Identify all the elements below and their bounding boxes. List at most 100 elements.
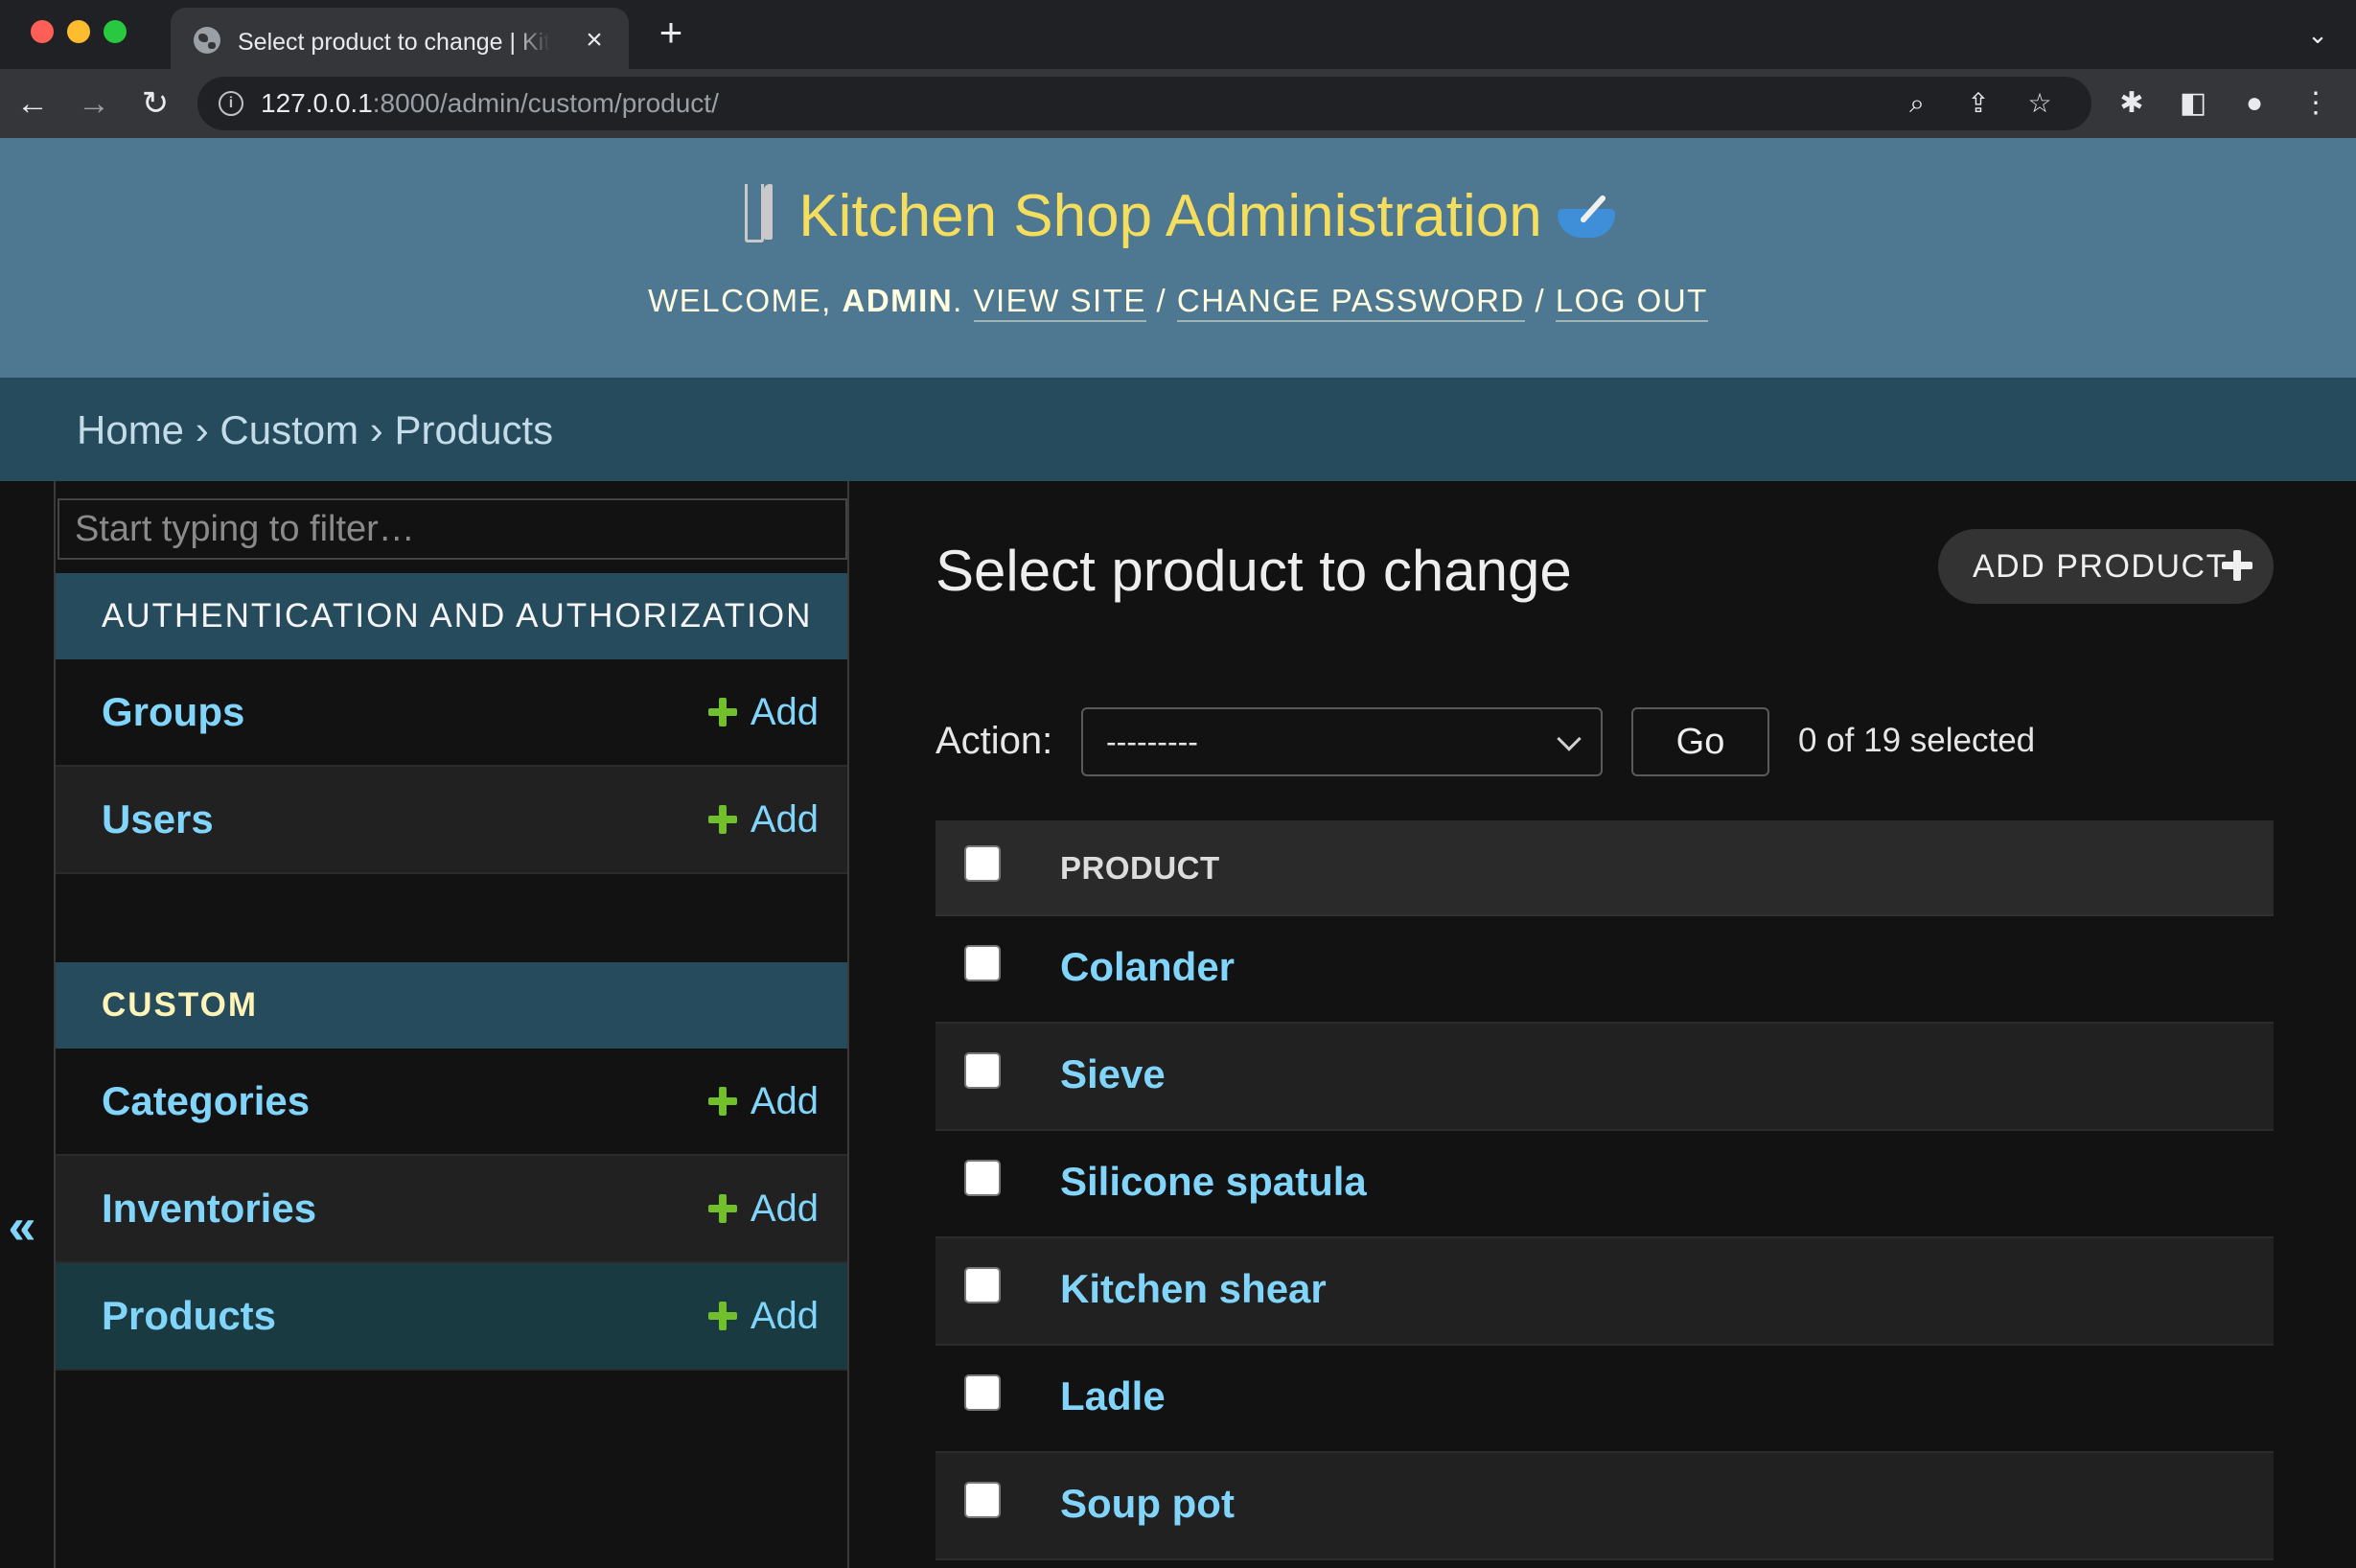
table-row: Silicone spatula (935, 1131, 2274, 1238)
add-product-button[interactable]: ADD PRODUCT (1938, 529, 2274, 604)
sidebar-gutter (0, 481, 56, 1568)
add-label: Add (750, 691, 819, 733)
plus-icon (707, 1087, 737, 1116)
add-label: Add (750, 1295, 819, 1337)
add-label: Add (750, 1188, 819, 1230)
product-link[interactable]: Kitchen shear (1060, 1265, 1327, 1313)
window-close-button[interactable] (31, 20, 54, 43)
product-link[interactable]: Soup pot (1060, 1480, 1235, 1528)
change-password-link[interactable]: CHANGE PASSWORD (1176, 283, 1525, 322)
site-title[interactable]: Kitchen Shop Administration (798, 183, 1541, 249)
admin-header: Kitchen Shop Administration WELCOME, ADM… (0, 138, 2356, 378)
back-arrow-icon[interactable]: ← (12, 82, 54, 125)
globe-icon (194, 27, 220, 54)
add-groups-link[interactable]: Add (707, 688, 819, 736)
zoom-icon[interactable]: ⌕ (1900, 86, 1934, 121)
forward-arrow-icon[interactable]: → (73, 82, 115, 125)
url-path: :8000/admin/custom/product/ (372, 88, 719, 118)
username: ADMIN (842, 283, 954, 318)
add-product-label: ADD PRODUCT (1973, 548, 2228, 585)
row-checkbox[interactable] (964, 1267, 1001, 1303)
tab-title: Select product to change | Kitchen Shop … (238, 29, 550, 56)
select-all-checkbox[interactable] (964, 845, 1001, 882)
browser-tab-bar: Select product to change | Kitchen Shop … (0, 0, 2356, 69)
module-caption-custom[interactable]: CUSTOM (56, 962, 847, 1049)
table-header: PRODUCT (935, 820, 2274, 916)
column-header-product[interactable]: PRODUCT (1060, 849, 1220, 888)
log-out-link[interactable]: LOG OUT (1555, 283, 1708, 322)
share-icon[interactable]: ⇪ (1961, 86, 1996, 121)
sidebar-item-categories[interactable]: Categories Add (56, 1049, 847, 1156)
chevron-down-icon (1557, 726, 1582, 751)
sidebar-collapse-button[interactable]: « (0, 1198, 44, 1256)
product-link[interactable]: Silicone spatula (1060, 1158, 1367, 1206)
browser-tab[interactable]: Select product to change | Kitchen Shop … (171, 8, 629, 69)
site-info-icon[interactable]: i (219, 91, 243, 116)
product-link[interactable]: Colander (1060, 943, 1235, 991)
row-checkbox[interactable] (964, 1374, 1001, 1411)
breadcrumb-separator: › (369, 407, 383, 452)
go-button[interactable]: Go (1631, 707, 1769, 776)
sidebar-item-groups[interactable]: Groups Add (56, 659, 847, 767)
table-row: Soup pot (935, 1453, 2274, 1560)
tab-search-chevron-icon[interactable]: ⌄ (2300, 17, 2335, 52)
nav-sidebar: AUTHENTICATION AND AUTHORIZATION Groups … (56, 481, 849, 1568)
selected-count: 0 of 19 selected (1798, 722, 2036, 759)
url-host: 127.0.0.1 (261, 88, 373, 118)
url-text[interactable]: 127.0.0.1:8000/admin/custom/product/ (261, 88, 719, 119)
table-row: Kitchen shear (935, 1238, 2274, 1346)
model-link-categories[interactable]: Categories (102, 1077, 310, 1125)
model-link-products[interactable]: Products (102, 1292, 276, 1340)
star-bookmark-icon[interactable]: ☆ (2022, 86, 2057, 121)
model-link-inventories[interactable]: Inventories (102, 1185, 316, 1233)
plus-icon (2222, 550, 2252, 581)
row-checkbox[interactable] (964, 1482, 1001, 1518)
table-row: Colander (935, 916, 2274, 1024)
action-select[interactable]: --------- (1081, 707, 1603, 776)
user-tools: WELCOME, ADMIN. VIEW SITE / CHANGE PASSW… (0, 282, 2356, 322)
row-checkbox[interactable] (964, 1160, 1001, 1196)
add-categories-link[interactable]: Add (707, 1077, 819, 1125)
breadcrumb-separator: › (195, 407, 209, 452)
breadcrumb-home[interactable]: Home (77, 407, 184, 452)
model-link-users[interactable]: Users (102, 796, 214, 843)
new-tab-button[interactable]: + (652, 12, 690, 53)
welcome-text: WELCOME, (648, 283, 832, 318)
window-minimize-button[interactable] (67, 20, 90, 43)
row-checkbox[interactable] (964, 1052, 1001, 1089)
sidebar-item-products[interactable]: Products Add (56, 1263, 847, 1371)
tab-close-icon[interactable]: × (577, 23, 612, 58)
module-caption-auth[interactable]: AUTHENTICATION AND AUTHORIZATION (56, 573, 847, 659)
row-checkbox[interactable] (964, 945, 1001, 981)
view-site-link[interactable]: VIEW SITE (973, 283, 1146, 322)
add-inventories-link[interactable]: Add (707, 1185, 819, 1233)
add-users-link[interactable]: Add (707, 796, 819, 843)
address-bar[interactable]: i 127.0.0.1:8000/admin/custom/product/ ☆… (197, 77, 2091, 130)
product-link[interactable]: Ladle (1060, 1372, 1166, 1420)
profile-avatar-icon[interactable]: ● (2237, 86, 2272, 121)
add-label: Add (750, 798, 819, 841)
fork-knife-icon (739, 184, 777, 242)
breadcrumb-custom[interactable]: Custom (219, 407, 358, 452)
add-products-link[interactable]: Add (707, 1292, 819, 1340)
separator: / (1156, 283, 1167, 318)
window-maximize-button[interactable] (104, 20, 127, 43)
plus-icon (707, 805, 737, 834)
breadcrumb: Home › Custom › Products (0, 378, 2356, 481)
extensions-puzzle-icon[interactable]: ✱ (2114, 86, 2149, 121)
sidebar-item-users[interactable]: Users Add (56, 767, 847, 874)
product-link[interactable]: Sieve (1060, 1050, 1166, 1098)
sidebar-filter-input[interactable] (58, 498, 847, 560)
action-label: Action: (935, 720, 1053, 762)
browser-menu-icon[interactable]: ⋮ (2298, 86, 2333, 121)
sidebar-item-inventories[interactable]: Inventories Add (56, 1156, 847, 1263)
model-link-groups[interactable]: Groups (102, 688, 244, 736)
table-row: Ladle (935, 1346, 2274, 1453)
add-label: Add (750, 1080, 819, 1122)
side-panel-icon[interactable]: ◧ (2176, 86, 2210, 121)
reload-icon[interactable]: ↻ (134, 82, 176, 125)
site-branding: Kitchen Shop Administration (0, 180, 2356, 253)
page-title: Select product to change (935, 539, 1572, 603)
breadcrumb-current: Products (394, 407, 554, 452)
plus-icon (707, 1302, 737, 1330)
